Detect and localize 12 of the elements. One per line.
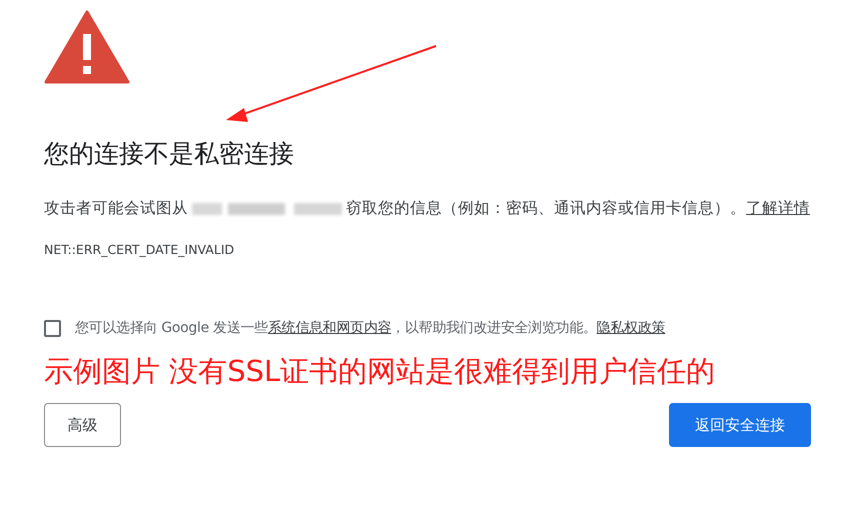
checkbox[interactable] [44, 320, 61, 336]
warning-icon [44, 10, 130, 84]
opt-in-text: 您可以选择向 Google 发送一些系统信息和网页内容，以帮助我们改进安全浏览功能。隐私权政策 [75, 319, 666, 337]
privacy-policy-link[interactable]: 隐私权政策 [596, 320, 666, 336]
page-heading: 您的连接不是私密连接 [44, 138, 295, 170]
learn-more-link[interactable]: 了解详情 [746, 199, 810, 217]
annotation-caption: 示例图片 没有SSL证书的网站是很难得到用户信任的 [44, 353, 716, 390]
advanced-button[interactable]: 高级 [44, 403, 121, 447]
system-info-link[interactable]: 系统信息和网页内容 [268, 320, 392, 336]
warning-message: 攻击者可能会试图从 窃取您的信息（例如：密码、通讯内容或信用卡信息）。了解详情 [44, 198, 811, 219]
error-code: NET::ERR_CERT_DATE_INVALID [44, 242, 236, 257]
back-to-safety-button[interactable]: 返回安全连接 [669, 403, 811, 447]
